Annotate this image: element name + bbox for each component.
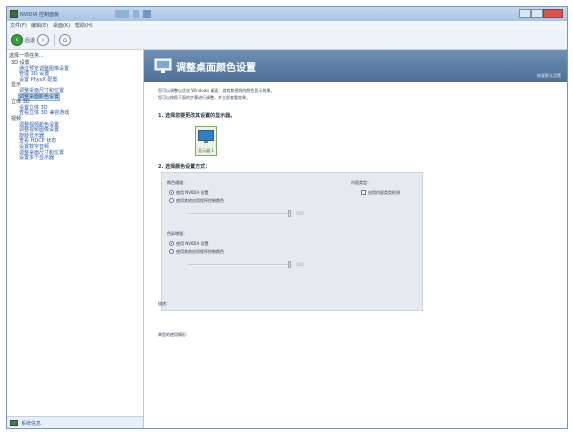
sidebar-item-9[interactable]: 查看立体 3D 兼容游戏 bbox=[19, 110, 69, 116]
channel-option-nvidia-label: 使用 NVIDIA 设置 bbox=[176, 190, 209, 195]
menu-help[interactable]: 帮助(H) bbox=[75, 22, 93, 29]
description-line-1: 您可以调整以优化 Windows 桌面、游戏和视频的颜色显示效果。 bbox=[158, 88, 275, 93]
description-field-label: 描述： bbox=[158, 301, 170, 306]
title-bar[interactable]: NVIDIA 控制面板 bbox=[7, 7, 567, 21]
monitor-icon bbox=[198, 130, 214, 143]
description-line-2: 您可以按照下面的步骤进行调整，并立即查看效果。 bbox=[158, 95, 250, 100]
page-title: 调整桌面颜色设置 bbox=[176, 63, 256, 74]
title-decoration bbox=[115, 9, 185, 19]
channel-slider[interactable] bbox=[188, 210, 292, 217]
main-panel: 调整桌面颜色设置 恢复默认设置 您可以调整以优化 Windows 桌面、游戏和视… bbox=[144, 50, 567, 428]
toolbar-separator bbox=[54, 34, 55, 46]
window-controls bbox=[519, 9, 563, 19]
maximize-button[interactable] bbox=[531, 9, 543, 18]
enhance-option-nvidia-label: 使用 NVIDIA 设置 bbox=[176, 241, 209, 246]
sidebar-item-17[interactable]: 设置多个显示器 bbox=[19, 155, 54, 161]
radio-unselected-icon[interactable] bbox=[169, 249, 174, 254]
task-sidebar: 选择一项任务... 3D 设置 通过预览调整图像设置 管理 3D 设置 设置 Phys… bbox=[7, 50, 144, 428]
page-banner: 调整桌面颜色设置 恢复默认设置 bbox=[144, 50, 567, 82]
display-1-tile[interactable]: 显示器 1 bbox=[195, 126, 217, 156]
channel-slider-value: 100 bbox=[296, 211, 304, 216]
sidebar-footer: 系统信息 bbox=[7, 416, 143, 428]
sidebar-title: 选择一项任务... bbox=[9, 53, 44, 59]
nvidia-app-icon bbox=[10, 10, 18, 18]
menu-edit[interactable]: 编辑(E) bbox=[31, 22, 48, 29]
color-channel-heading: 颜色通道： bbox=[167, 180, 187, 185]
back-label[interactable]: 后退 bbox=[25, 37, 35, 44]
back-button[interactable]: ‹ bbox=[11, 34, 23, 46]
app-window: NVIDIA 控制面板 文件(F) 编辑(E) 桌面(K) 帮助(H) ‹ 后退… bbox=[6, 6, 568, 429]
system-info-icon bbox=[10, 420, 18, 426]
menu-file[interactable]: 文件(F) bbox=[10, 22, 27, 29]
toolbar: ‹ 后退 › ⌂ bbox=[7, 30, 567, 50]
section-color-method: 2. 选择颜色设置方式： bbox=[158, 164, 211, 170]
checkbox-icon[interactable] bbox=[361, 190, 366, 195]
color-enhance-heading: 色彩增强： bbox=[167, 231, 187, 236]
enhance-slider[interactable] bbox=[188, 261, 292, 268]
minimize-button[interactable] bbox=[519, 9, 531, 18]
channel-slider-thumb[interactable] bbox=[288, 210, 291, 217]
enhance-slider-value: 100 bbox=[296, 262, 304, 267]
enhance-slider-thumb[interactable] bbox=[288, 261, 291, 268]
content-type-heading: 内容类型： bbox=[351, 180, 371, 185]
window-title: NVIDIA 控制面板 bbox=[20, 12, 59, 18]
display-1-label: 显示器 1 bbox=[198, 148, 214, 153]
menu-desktop[interactable]: 桌面(K) bbox=[53, 22, 70, 29]
home-icon: ⌂ bbox=[62, 36, 68, 44]
close-button[interactable] bbox=[543, 9, 563, 18]
restore-defaults-link[interactable]: 恢复默认设置 bbox=[537, 73, 561, 79]
system-info-link[interactable]: 系统信息 bbox=[21, 420, 41, 427]
color-settings-panel: 颜色通道： 使用 NVIDIA 设置 使用其他应用程序控制颜色 100 内容类型… bbox=[161, 172, 423, 311]
radio-selected-icon[interactable] bbox=[169, 241, 174, 246]
content-type-option-label: 启用内容类型检测 bbox=[368, 190, 400, 195]
radio-unselected-icon[interactable] bbox=[169, 198, 174, 203]
home-button[interactable]: ⌂ bbox=[59, 34, 71, 46]
enhance-option-other-label: 使用其他应用程序控制颜色 bbox=[176, 249, 224, 254]
radio-selected-icon[interactable] bbox=[169, 190, 174, 195]
menu-bar: 文件(F) 编辑(E) 桌面(K) 帮助(H) bbox=[7, 21, 567, 30]
sidebar-item-3[interactable]: 设置 PhysX 配置 bbox=[19, 77, 57, 83]
channel-option-other-label: 使用其他应用程序控制颜色 bbox=[176, 198, 224, 203]
arrow-right-icon: › bbox=[41, 36, 45, 44]
arrow-left-icon: ‹ bbox=[15, 35, 19, 44]
usage-scenarios-label: 典型的使用情形： bbox=[158, 332, 190, 337]
section-select-display: 1. 选择您要更改其设置的显示器。 bbox=[158, 113, 236, 119]
forward-button[interactable]: › bbox=[37, 34, 49, 46]
desktop-color-icon bbox=[154, 58, 172, 73]
